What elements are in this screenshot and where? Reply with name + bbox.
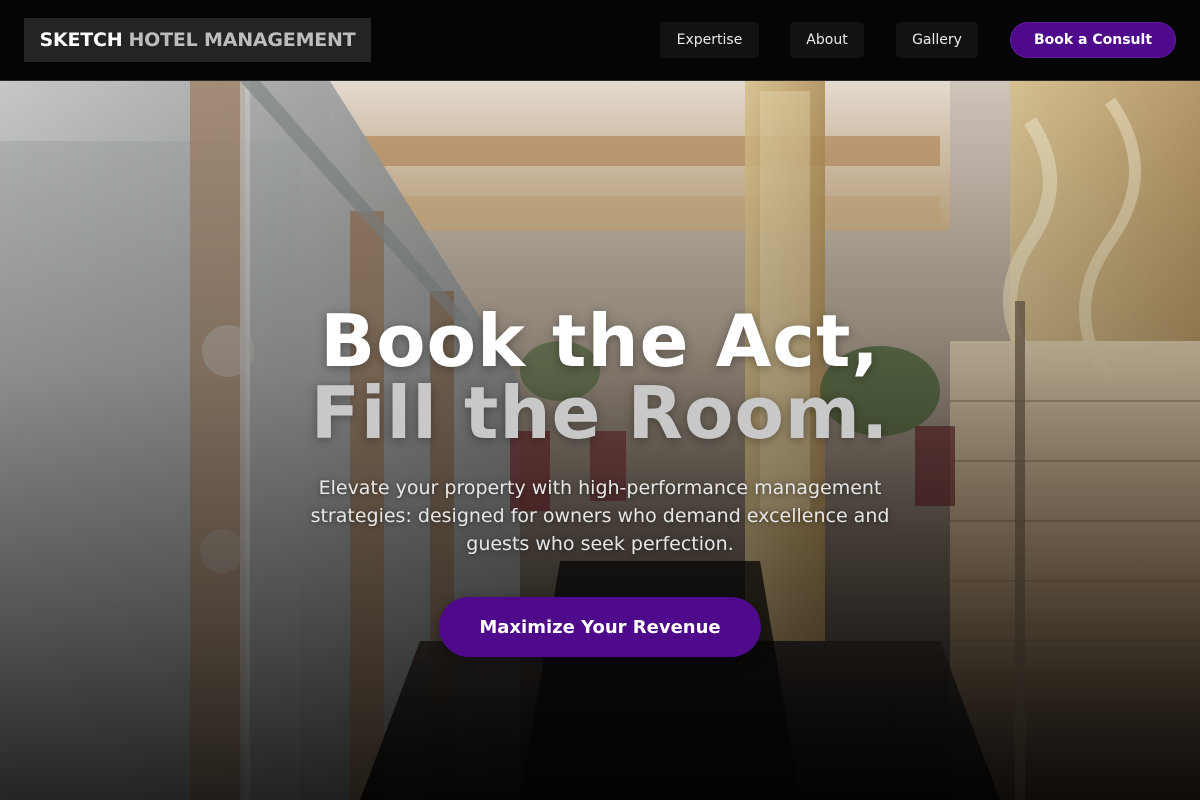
hero-section: Book the Act, Fill the Room. Elevate you…	[0, 81, 1200, 800]
book-consult-button[interactable]: Book a Consult	[1010, 22, 1176, 58]
hero-headline-line-1: Book the Act,	[320, 299, 880, 383]
logo[interactable]: SKETCH HOTEL MANAGEMENT	[24, 18, 371, 62]
hero-headline-line-2: Fill the Room.	[310, 371, 890, 455]
nav-gallery-link[interactable]: Gallery	[896, 22, 978, 58]
top-navigation-bar: SKETCH HOTEL MANAGEMENT Expertise About …	[0, 0, 1200, 81]
hero-subcopy: Elevate your property with high-performa…	[310, 477, 890, 555]
nav-expertise-link[interactable]: Expertise	[660, 22, 759, 58]
logo-subtitle: HOTEL MANAGEMENT	[128, 29, 356, 51]
nav-about-link[interactable]: About	[790, 22, 864, 58]
maximize-revenue-button[interactable]: Maximize Your Revenue	[439, 597, 761, 657]
logo-brand: SKETCH	[39, 29, 123, 51]
